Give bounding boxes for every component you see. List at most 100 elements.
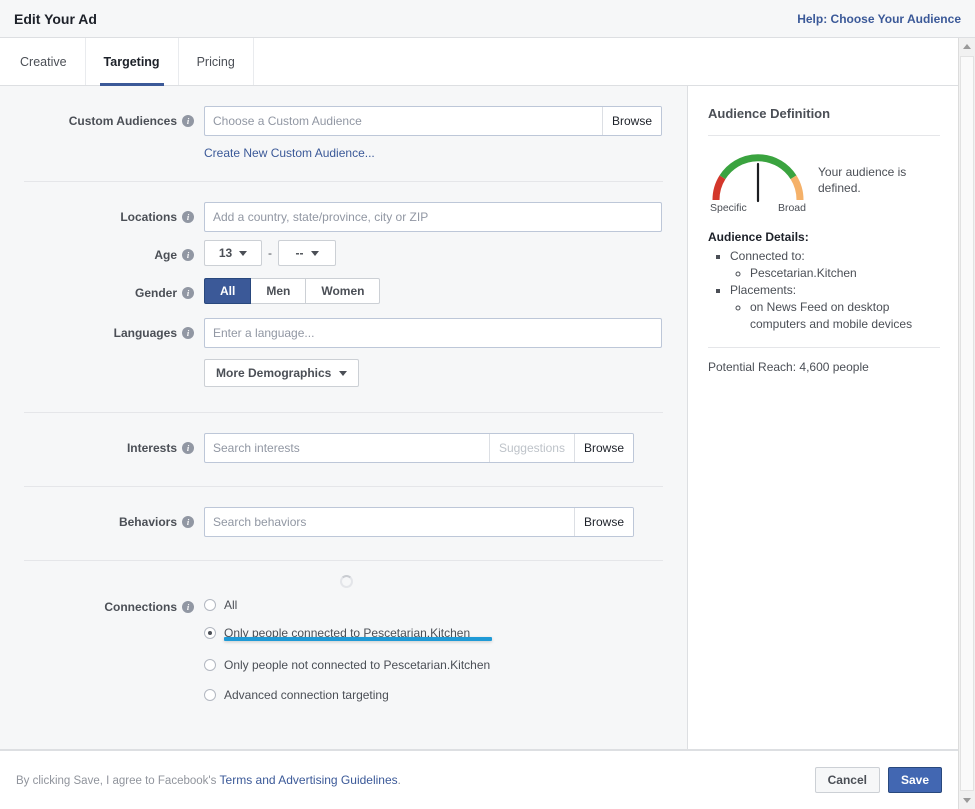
audience-detail-subitem: on News Feed on desktop computers and mo…: [750, 299, 940, 333]
custom-audiences-field[interactable]: Browse: [204, 106, 662, 136]
age-row: Age i 13 - --: [0, 232, 687, 270]
audience-status-message: Your audience is defined.: [818, 165, 907, 195]
more-demographics-button[interactable]: More Demographics: [204, 359, 360, 387]
gender-option-women[interactable]: Women: [306, 278, 381, 304]
behaviors-browse-button[interactable]: Browse: [573, 508, 633, 536]
gender-option-all[interactable]: All: [204, 278, 252, 304]
info-icon[interactable]: i: [182, 601, 194, 613]
audience-definition-title: Audience Definition: [708, 106, 831, 121]
info-icon[interactable]: i: [182, 327, 194, 339]
more-demographics-row: More Demographics: [0, 348, 687, 389]
more-demographics-label-spacer: [24, 359, 204, 389]
gender-label: Gender: [134, 286, 177, 300]
create-new-custom-audience-link[interactable]: Create New Custom Audience...: [204, 146, 375, 160]
age-min-select[interactable]: 13: [204, 240, 262, 266]
legal-suffix: .: [397, 775, 401, 787]
connections-option-label[interactable]: Only people not connected to Pescetarian…: [224, 658, 490, 672]
gauge-label-broad: Broad: [777, 202, 806, 214]
languages-label: Languages: [113, 326, 177, 340]
locations-control: [204, 202, 663, 232]
behaviors-label: Behaviors: [118, 515, 177, 529]
save-button[interactable]: Save: [887, 767, 942, 793]
audience-definition-panel: Audience Definition Specific Broad Your: [688, 86, 958, 749]
radio-icon[interactable]: [204, 689, 216, 701]
behaviors-input[interactable]: [205, 508, 574, 536]
connections-option-label[interactable]: Advanced connection targeting: [224, 688, 389, 702]
custom-audiences-browse-button[interactable]: Browse: [601, 107, 661, 135]
age-max-value: --: [295, 246, 304, 260]
tab-creative[interactable]: Creative: [2, 38, 86, 85]
sidebar-divider-1: [708, 135, 940, 136]
gender-segmented-control: All Men Women: [204, 278, 663, 304]
interests-suggestions-button[interactable]: Suggestions: [488, 434, 574, 462]
interests-browse-button[interactable]: Browse: [573, 434, 633, 462]
tab-pricing[interactable]: Pricing: [179, 38, 254, 85]
tab-targeting[interactable]: Targeting: [86, 38, 179, 86]
custom-audiences-row: Custom Audiences i Browse Create New Cus…: [0, 86, 687, 160]
radio-icon[interactable]: [204, 599, 216, 611]
connections-option-label[interactable]: All: [224, 598, 237, 612]
footer-actions: Cancel Save: [814, 767, 942, 793]
age-label: Age: [154, 248, 177, 262]
gender-control: All Men Women: [204, 278, 663, 304]
info-icon[interactable]: i: [182, 516, 194, 528]
info-icon[interactable]: i: [182, 211, 194, 223]
age-separator: -: [268, 246, 272, 260]
age-max-select[interactable]: --: [278, 240, 336, 266]
help-choose-audience-link[interactable]: Help: Choose Your Audience: [797, 12, 961, 26]
audience-gauge: Specific Broad: [708, 148, 808, 214]
audience-details-title: Audience Details:: [708, 230, 809, 244]
age-min-value: 13: [218, 246, 233, 260]
more-demographics-control: More Demographics: [204, 359, 663, 387]
dialog-body: Custom Audiences i Browse Create New Cus…: [0, 86, 958, 750]
connections-row: Connections i All Only people connected …: [0, 592, 687, 708]
locations-input[interactable]: [205, 203, 661, 231]
info-icon[interactable]: i: [182, 442, 194, 454]
info-icon[interactable]: i: [182, 287, 194, 299]
connections-option-connected[interactable]: Only people connected to Pescetarian.Kit…: [204, 620, 663, 646]
potential-reach: Potential Reach: 4,600 people: [708, 360, 869, 374]
connections-option-all[interactable]: All: [204, 592, 663, 618]
interests-row: Interests i Suggestions Browse: [0, 413, 687, 463]
scrollbar-thumb[interactable]: [960, 56, 974, 791]
chevron-up-icon: [963, 44, 971, 49]
interests-input[interactable]: [205, 434, 489, 462]
languages-field[interactable]: [204, 318, 662, 348]
info-icon[interactable]: i: [182, 115, 194, 127]
audience-detail-item: Placements: on News Feed on desktop comp…: [730, 282, 940, 333]
behaviors-row: Behaviors i Browse: [0, 487, 687, 537]
vertical-scrollbar[interactable]: [958, 38, 975, 809]
interests-field[interactable]: Suggestions Browse: [204, 433, 634, 463]
more-demographics-label: More Demographics: [216, 366, 332, 380]
gauge-label-specific: Specific: [710, 202, 747, 214]
languages-input[interactable]: [205, 319, 661, 347]
scroll-down-button[interactable]: [959, 792, 975, 809]
terms-and-guidelines-link[interactable]: Terms and Advertising Guidelines: [220, 773, 398, 787]
behaviors-field[interactable]: Browse: [204, 507, 634, 537]
radio-icon-selected[interactable]: [204, 627, 216, 639]
dialog-footer: By clicking Save, I agree to Facebook's …: [0, 750, 958, 809]
scroll-up-button[interactable]: [959, 38, 975, 55]
chevron-down-icon: [963, 798, 971, 803]
age-control: 13 - --: [204, 240, 663, 266]
age-label-cell: Age i: [24, 240, 204, 270]
cancel-button[interactable]: Cancel: [814, 767, 880, 793]
connections-option-advanced[interactable]: Advanced connection targeting: [204, 682, 663, 708]
languages-row: Languages i: [0, 308, 687, 348]
audience-detail-label: Placements:: [730, 283, 797, 297]
chevron-down-icon: [310, 250, 319, 256]
connections-option-not-connected[interactable]: Only people not connected to Pescetarian…: [204, 652, 663, 678]
connections-label: Connections: [104, 600, 177, 614]
locations-field[interactable]: [204, 202, 662, 232]
gender-option-men[interactable]: Men: [251, 278, 307, 304]
custom-audiences-label-cell: Custom Audiences i: [24, 106, 204, 136]
connections-label-cell: Connections i: [24, 592, 204, 622]
audience-detail-sublist: on News Feed on desktop computers and mo…: [730, 299, 940, 333]
locations-label-cell: Locations i: [24, 202, 204, 232]
radio-icon[interactable]: [204, 659, 216, 671]
custom-audiences-input[interactable]: [205, 107, 602, 135]
audience-detail-subitem: Pescetarian.Kitchen: [750, 265, 940, 282]
info-icon[interactable]: i: [182, 249, 194, 261]
gauge-axis-labels: Specific Broad: [708, 202, 808, 214]
legal-prefix: By clicking Save, I agree to Facebook's: [16, 775, 220, 787]
